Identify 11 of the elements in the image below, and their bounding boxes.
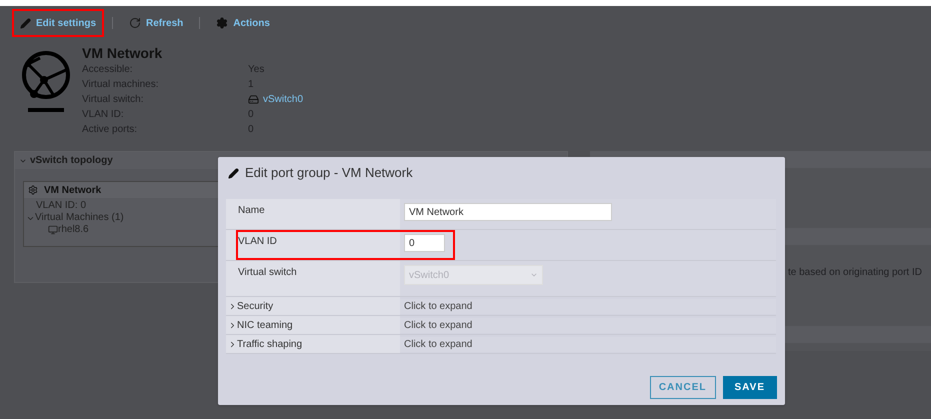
section-hint: Click to expand [404,300,472,314]
field-label: VLAN ID [238,235,277,249]
section-hint: Click to expand [404,318,472,332]
dialog-title: Edit port group - VM Network [245,164,413,182]
network-title: VM Network [82,44,164,62]
vlan-text: VLAN ID: 0 [35,200,88,212]
field-label: Name [238,204,265,218]
section-hint: Click to expand [404,338,472,352]
card-title: VM Network [44,184,102,198]
panel-title: vSwitch topology [30,154,113,168]
field-label: Virtual switch [238,266,297,280]
